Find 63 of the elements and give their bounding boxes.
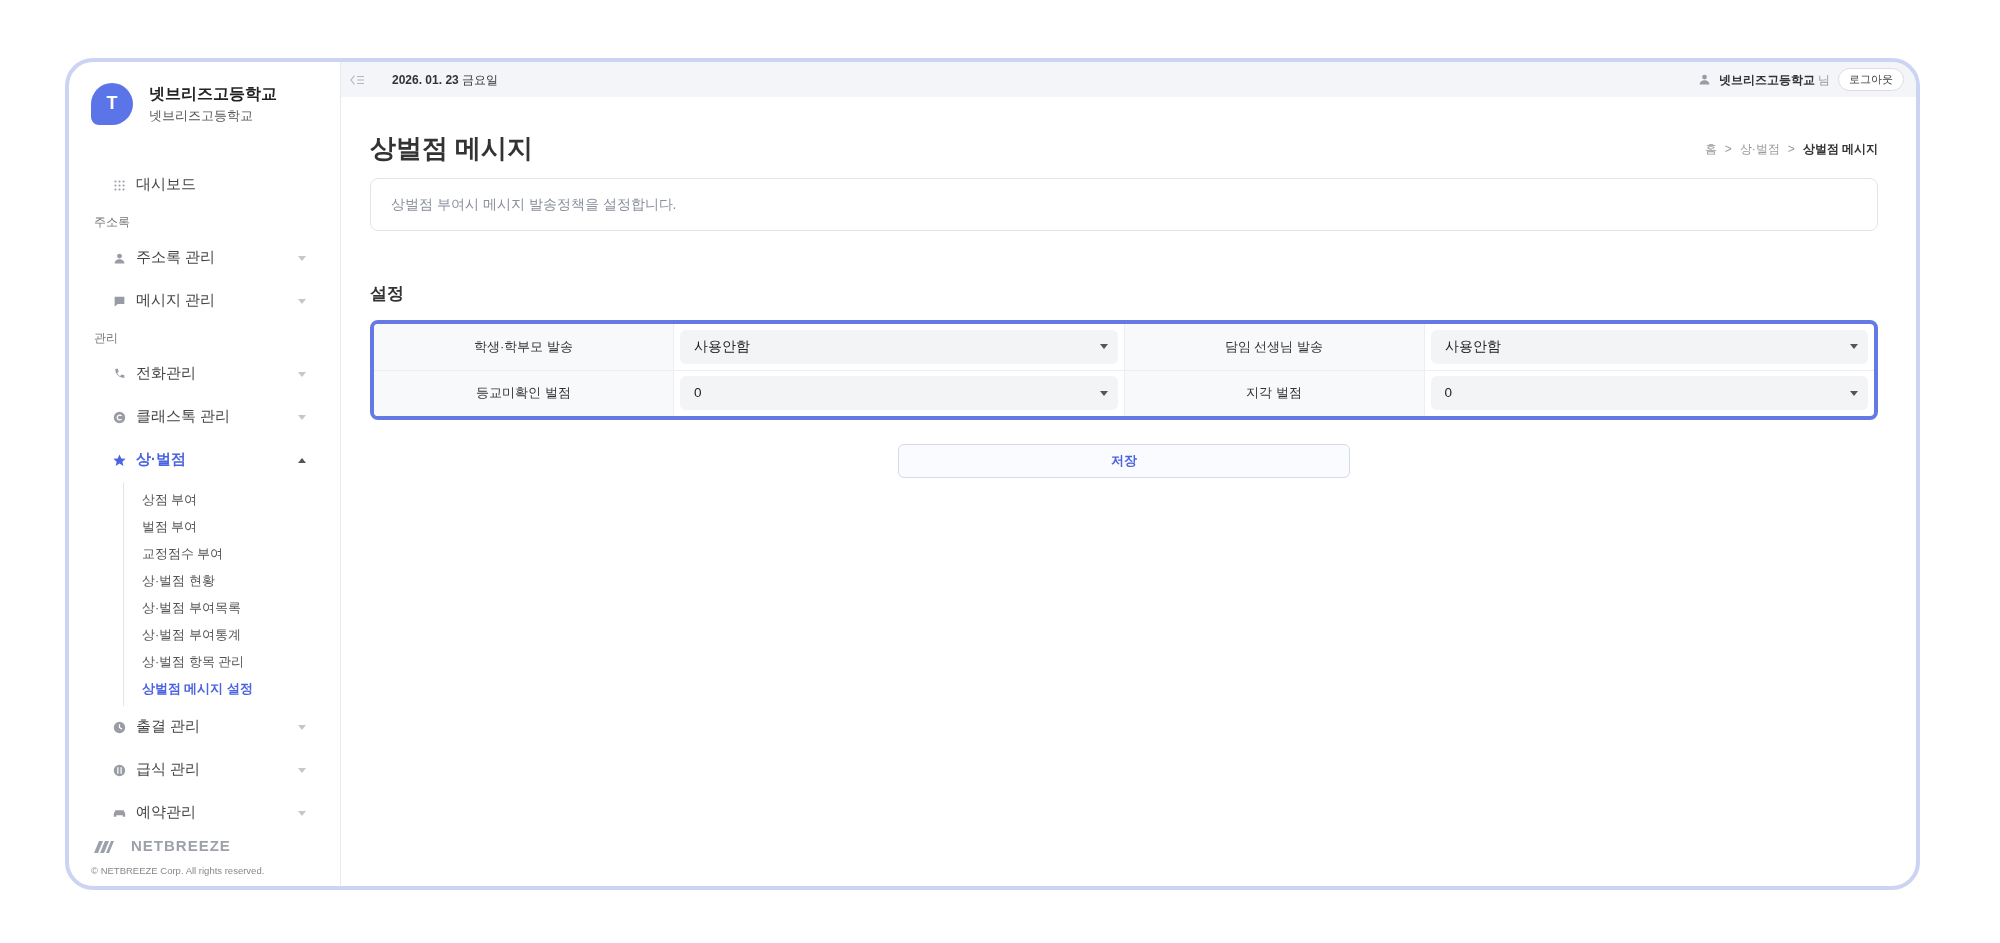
clock-icon — [113, 720, 126, 734]
submenu-item[interactable]: 교정점수 부여 — [124, 539, 230, 567]
description-panel: 상벌점 부여시 메시지 발송정책을 설정합니다. — [370, 178, 1878, 232]
sidebar-item[interactable]: 전화관리 — [91, 352, 306, 396]
caret-down-icon — [1099, 344, 1108, 350]
select-field[interactable]: 0 — [680, 376, 1118, 411]
copyright: © NETBREEZE Corp. All rights reserved. — [91, 863, 266, 878]
section-title: 설정 — [370, 283, 405, 306]
select-field[interactable]: 0 — [1430, 376, 1868, 411]
person-icon — [113, 251, 126, 265]
user-icon — [1697, 73, 1711, 86]
logo-text: NETBREEZE — [131, 836, 231, 857]
caret-down-icon — [298, 724, 306, 730]
sidebar-item[interactable]: 출결 관리 — [91, 705, 306, 749]
phone-icon — [113, 367, 126, 381]
caret-down-icon — [298, 414, 306, 420]
save-button[interactable]: 저장 — [898, 443, 1350, 478]
submenu-item[interactable]: 상·벌점 부여통계 — [124, 620, 247, 648]
star-icon — [113, 453, 126, 467]
c-circle-icon — [113, 410, 126, 424]
caret-down-icon — [298, 371, 306, 377]
caret-down-icon — [298, 810, 306, 816]
sidebar-item[interactable]: 클래스톡 관리 — [91, 395, 306, 439]
submenu-item[interactable]: 상·벌점 현황 — [124, 566, 221, 594]
caret-down-icon — [1099, 390, 1108, 396]
avatar: T — [91, 82, 133, 125]
logo-icon — [91, 840, 117, 853]
sidebar-item[interactable]: 주소록 관리 — [91, 236, 306, 280]
submenu-item[interactable]: 벌점 부여 — [124, 512, 204, 540]
date-text: 2026. 01. 23 금요일 — [392, 71, 499, 89]
section-label: 주소록 — [93, 213, 131, 231]
sidebar-item[interactable]: 상·벌점 — [91, 438, 306, 482]
breadcrumb-current: 상벌점 메시지 — [1802, 140, 1878, 158]
sidebar-item[interactable]: 메시지 관리 — [91, 279, 306, 323]
submenu-item[interactable]: 상·벌점 항목 관리 — [124, 647, 251, 675]
section-label: 관리 — [93, 329, 119, 347]
submenu-item[interactable]: 상벌점 메시지 설정 — [124, 674, 259, 702]
school-name: 넷브리즈고등학교 — [149, 84, 277, 104]
message-icon — [113, 294, 126, 308]
caret-down-icon — [298, 298, 306, 304]
user-name: 넷브리즈고등학교 님 — [1718, 71, 1830, 89]
sidebar-item[interactable]: 예약관리 — [91, 791, 306, 835]
caret-up-icon — [298, 457, 306, 463]
grid-icon — [113, 178, 126, 192]
sidebar-item[interactable]: 대시보드 — [91, 163, 306, 207]
select-field[interactable]: 사용안함 — [680, 329, 1118, 364]
select-field[interactable]: 사용안함 — [1430, 329, 1868, 364]
sidebar-item[interactable]: 급식 관리 — [91, 748, 306, 792]
field-label: 담임 선생님 발송 — [1124, 323, 1425, 370]
submenu-item[interactable]: 상점 부여 — [124, 485, 204, 513]
breadcrumb-separator: > — [1724, 140, 1732, 158]
submenu-item[interactable]: 상·벌점 부여목록 — [124, 593, 247, 621]
page-title: 상벌점 메시지 — [370, 133, 534, 165]
caret-down-icon — [298, 255, 306, 261]
logout-button[interactable]: 로그아웃 — [1838, 68, 1904, 91]
school-subtitle: 넷브리즈고등학교 — [149, 107, 254, 125]
caret-down-icon — [1850, 390, 1858, 396]
caret-down-icon — [298, 767, 306, 773]
field-label: 등교미확인 벌점 — [374, 370, 674, 416]
field-label: 학생·학부모 발송 — [374, 323, 674, 370]
caret-down-icon — [1850, 344, 1858, 350]
breadcrumb-separator: > — [1787, 140, 1795, 158]
field-label: 지각 벌점 — [1124, 370, 1425, 416]
